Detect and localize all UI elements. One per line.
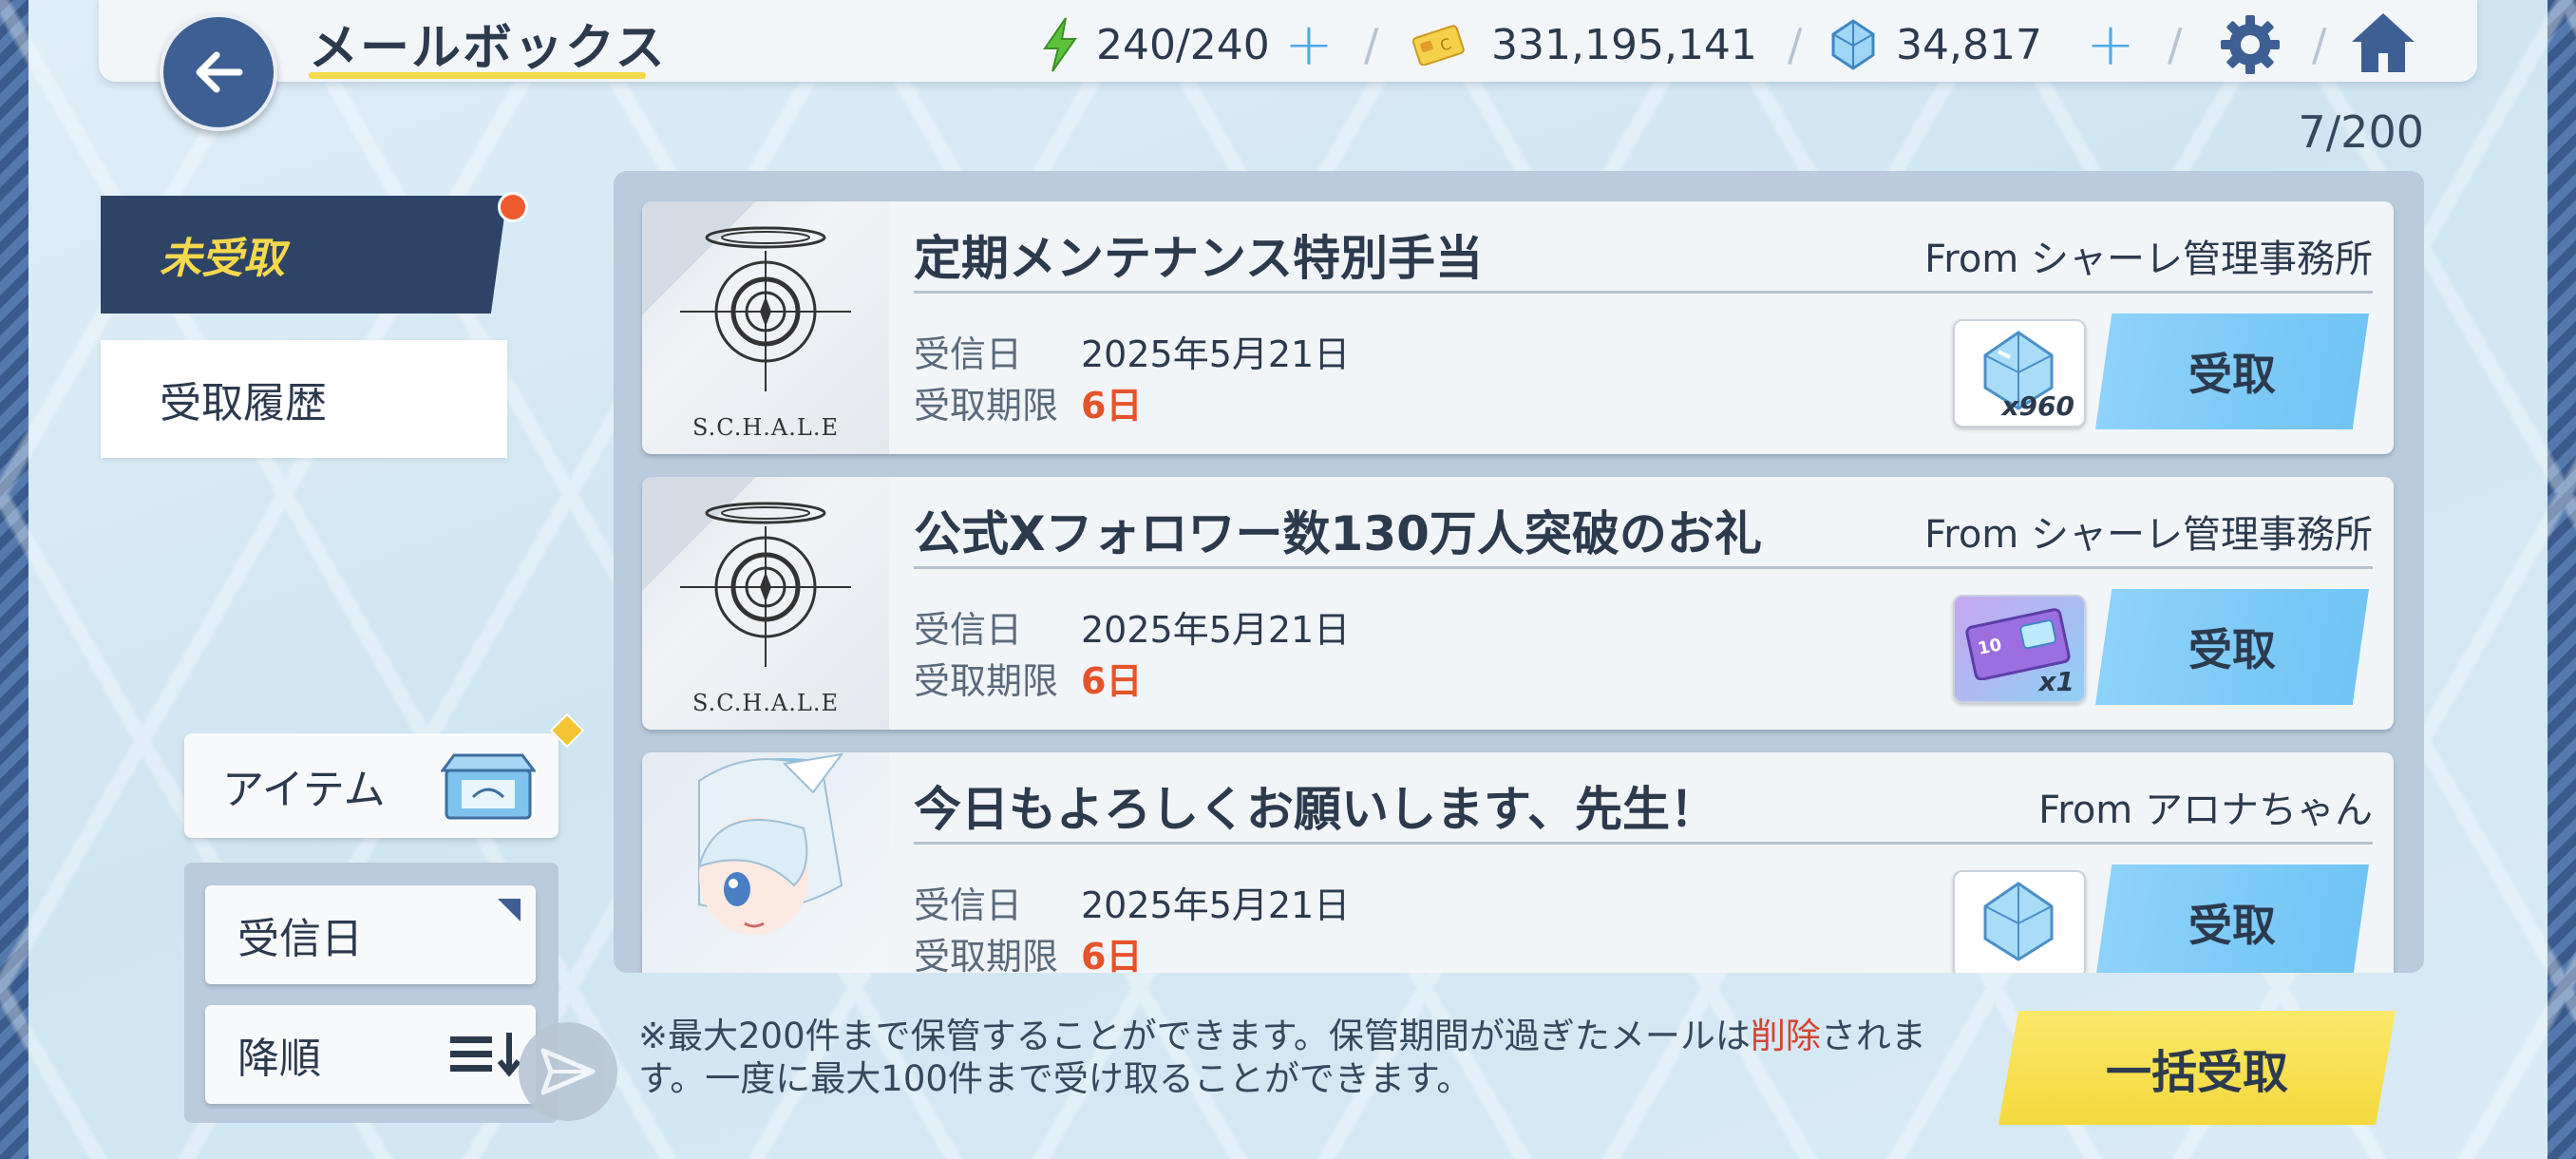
mail-title: 今日もよろしくお願いします、先生！ — [914, 782, 1717, 837]
sort-order-label: 降順 — [237, 1035, 321, 1083]
back-button[interactable] — [160, 13, 277, 131]
claim-button[interactable]: 受取 — [2095, 314, 2369, 429]
reward-item[interactable] — [1953, 870, 2086, 973]
schale-logo-icon — [680, 502, 851, 667]
paper-plane-icon — [540, 1048, 596, 1095]
deadline-label: 受取期限 — [914, 936, 1059, 973]
item-box-icon — [441, 753, 536, 820]
claim-all-label: 一括受取 — [2105, 1046, 2288, 1099]
notice-highlight: 削除 — [1750, 1016, 1821, 1056]
home-button[interactable] — [2348, 10, 2418, 80]
add-pyroxene-button[interactable]: + — [2086, 11, 2135, 78]
mail-item[interactable]: 今日もよろしくお願いします、先生！ From アロナちゃん 受信日 2025年5… — [642, 752, 2394, 973]
sort-key-label: 受信日 — [237, 915, 363, 963]
mail-item[interactable]: S.C.H.A.L.E 定期メンテナンス特別手当 From シャーレ管理事務所 … — [642, 201, 2394, 454]
pyroxene-icon — [1831, 19, 1875, 70]
divider — [914, 291, 2373, 294]
lightning-icon — [1043, 17, 1077, 72]
category-filter-label: アイテム — [222, 766, 386, 814]
mail-item[interactable]: S.C.H.A.L.E 公式Xフォロワー数130万人突破のお礼 From シャー… — [642, 477, 2394, 730]
add-stamina-button[interactable]: + — [1284, 11, 1334, 78]
mail-title: 定期メンテナンス特別手当 — [914, 231, 1483, 286]
pyroxene-icon — [1983, 882, 2054, 961]
mail-thumbnail — [642, 752, 889, 973]
claim-button[interactable]: 受取 — [2095, 589, 2369, 705]
sort-key-button[interactable]: 受信日 — [205, 885, 536, 984]
reward-item[interactable]: 10 x1 — [1953, 595, 2086, 703]
credits-display: C 331,195,141 — [1411, 11, 1757, 78]
arona-portrait-icon — [697, 752, 844, 935]
mail-count: 7/200 — [2298, 106, 2424, 158]
divider — [914, 842, 2373, 845]
stamina-display: 240/240 — [1041, 11, 1270, 78]
divider: / — [1364, 19, 1379, 70]
gear-icon — [2221, 15, 2280, 74]
received-label: 受信日 — [914, 609, 1023, 651]
settings-button[interactable] — [2217, 11, 2283, 82]
thumb-caption: S.C.H.A.L.E — [692, 414, 839, 441]
divider: / — [2312, 19, 2327, 70]
title-underline — [309, 72, 646, 79]
reward-qty: x1 — [2038, 666, 2074, 697]
category-filter-button[interactable]: アイテム — [184, 733, 559, 838]
received-date: 2025年5月21日 — [1081, 333, 1351, 375]
received-date: 2025年5月21日 — [1081, 884, 1351, 926]
deadline-label: 受取期限 — [914, 385, 1059, 427]
mail-thumbnail: S.C.H.A.L.E — [642, 477, 889, 730]
claim-button-label: 受取 — [2188, 624, 2276, 675]
reward-qty: x960 — [2001, 390, 2074, 422]
received-date: 2025年5月21日 — [1081, 609, 1351, 651]
divider: / — [1788, 19, 1803, 70]
claim-button-label: 受取 — [2188, 900, 2276, 951]
credit-card-icon: C — [1411, 25, 1465, 66]
reward-item[interactable]: x960 — [1953, 319, 2086, 428]
sort-panel: 受信日 降順 — [184, 863, 559, 1123]
storage-notice: ※最大200件まで保管することができます。保管期間が過ぎたメールは削除されます。… — [638, 1015, 1949, 1100]
pyroxene-value: 34,817 — [1896, 20, 2042, 69]
tab-unclaimed[interactable]: 未受取 — [101, 196, 507, 314]
claim-button-label: 受取 — [2188, 349, 2276, 400]
deadline-value: 6日 — [1081, 385, 1143, 427]
mail-sender: From シャーレ管理事務所 — [1924, 238, 2373, 281]
arrow-left-icon — [196, 51, 243, 93]
mail-thumbnail: S.C.H.A.L.E — [642, 201, 889, 454]
mail-title: 公式Xフォロワー数130万人突破のお礼 — [914, 506, 1762, 561]
sort-order-button[interactable]: 降順 — [205, 1005, 536, 1104]
schale-logo-icon — [680, 226, 851, 391]
claim-all-button[interactable]: 一括受取 — [1998, 1011, 2396, 1125]
deadline-value: 6日 — [1081, 660, 1143, 702]
send-button[interactable] — [519, 1022, 617, 1121]
thumb-caption: S.C.H.A.L.E — [692, 690, 839, 716]
stamina-value: 240/240 — [1096, 20, 1270, 69]
dropdown-corner-icon — [498, 899, 521, 922]
notification-dot — [498, 192, 528, 222]
received-label: 受信日 — [914, 333, 1023, 375]
home-icon — [2352, 13, 2415, 72]
claim-button[interactable]: 受取 — [2095, 864, 2369, 973]
divider: / — [2168, 19, 2183, 70]
credits-value: 331,195,141 — [1491, 20, 1757, 69]
mail-sender: From シャーレ管理事務所 — [1924, 513, 2373, 557]
page-title: メールボックス — [309, 20, 667, 77]
divider — [914, 566, 2373, 569]
deadline-label: 受取期限 — [914, 660, 1059, 702]
tab-history-label: 受取履歴 — [160, 379, 327, 428]
mail-list[interactable]: S.C.H.A.L.E 定期メンテナンス特別手当 From シャーレ管理事務所 … — [614, 171, 2424, 973]
received-label: 受信日 — [914, 884, 1023, 926]
pyroxene-display: 34,817 — [1831, 11, 2042, 78]
tab-unclaimed-label: 未受取 — [160, 235, 285, 283]
tab-history[interactable]: 受取履歴 — [101, 340, 507, 458]
notice-text: ※最大200件まで保管することができます。保管期間が過ぎたメールは — [638, 1016, 1751, 1056]
deadline-value: 6日 — [1081, 936, 1143, 973]
mail-sender: From アロナちゃん — [2038, 788, 2373, 832]
